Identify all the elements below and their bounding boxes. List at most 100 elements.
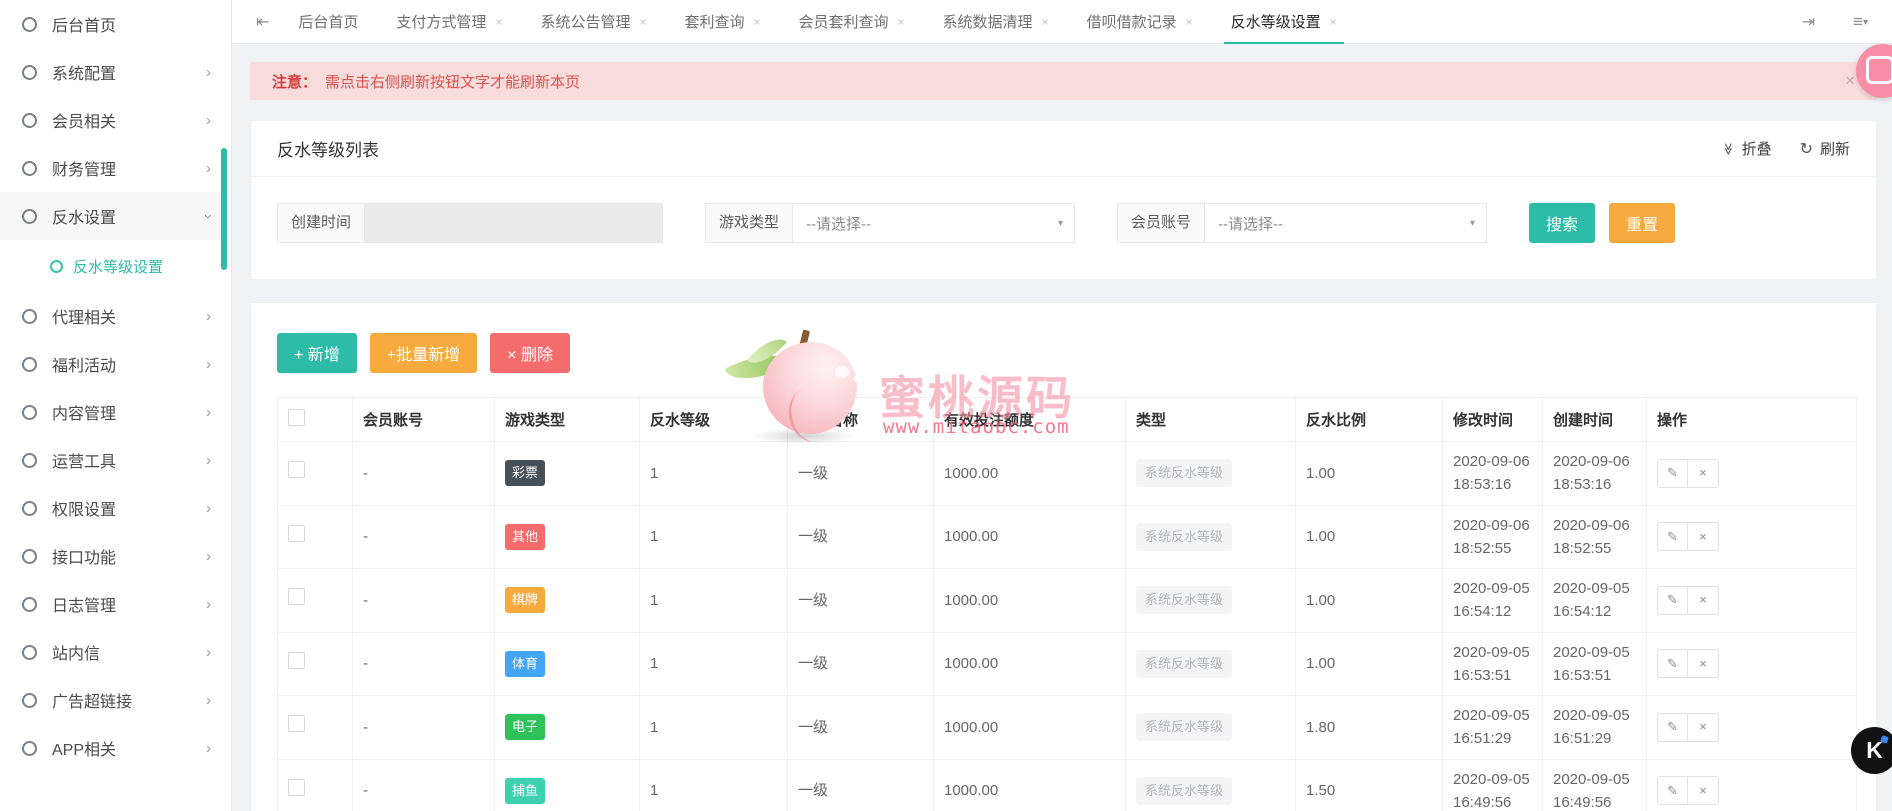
ring-icon: [50, 260, 63, 273]
cell-type: 系统反水等级: [1126, 696, 1296, 760]
notice-alert: 注意： 需点击右侧刷新按钮文字才能刷新本页 ×: [250, 62, 1877, 100]
cell-type: 系统反水等级: [1126, 632, 1296, 696]
cell-level: 1: [640, 696, 788, 760]
tab-system-announcements[interactable]: 系统公告管理×: [521, 0, 665, 44]
delete-row-button[interactable]: ×: [1688, 649, 1719, 678]
tab-close-icon[interactable]: ×: [639, 15, 646, 29]
delete-row-button[interactable]: ×: [1688, 776, 1719, 805]
batch-add-button[interactable]: +批量新增: [370, 333, 477, 373]
tab-close-icon[interactable]: ×: [1186, 15, 1193, 29]
sidebar-item-welfare-activities[interactable]: 福利活动›: [0, 340, 231, 388]
sidebar-item-home[interactable]: 后台首页: [0, 0, 231, 48]
alert-close-icon[interactable]: ×: [1845, 71, 1855, 91]
select-caret-icon: ▾: [1470, 218, 1475, 229]
edit-row-button[interactable]: ✎: [1657, 586, 1688, 615]
cell-ratio: 1.80: [1296, 696, 1443, 760]
sidebar-item-label: 内容管理: [52, 400, 206, 424]
delete-row-button[interactable]: ×: [1688, 586, 1719, 615]
tab-close-icon[interactable]: ×: [1042, 15, 1049, 29]
tab-label: 系统数据清理: [943, 11, 1033, 32]
chevron-right-icon: ›: [206, 160, 211, 177]
tab-label: 后台首页: [298, 11, 358, 32]
col-header: 类型: [1126, 398, 1296, 442]
select-all-checkbox[interactable]: [288, 409, 305, 426]
edit-row-button[interactable]: ✎: [1657, 713, 1688, 742]
search-button[interactable]: 搜索: [1529, 203, 1595, 243]
edit-row-button[interactable]: ✎: [1657, 649, 1688, 678]
sidebar-item-content-management[interactable]: 内容管理›: [0, 388, 231, 436]
edit-row-button[interactable]: ✎: [1657, 776, 1688, 805]
cell-game-type: 捕鱼: [495, 759, 640, 811]
tab-close-icon[interactable]: ×: [495, 15, 502, 29]
edit-row-button[interactable]: ✎: [1657, 459, 1688, 488]
cell-level-name: 一级: [788, 632, 934, 696]
cell-ratio: 1.00: [1296, 442, 1443, 506]
sidebar-item-interface-functions[interactable]: 接口功能›: [0, 532, 231, 580]
created-time-input[interactable]: [365, 203, 663, 243]
tab-member-arbitrage-query[interactable]: 会员套利查询×: [780, 0, 924, 44]
tab-home[interactable]: 后台首页: [279, 0, 377, 44]
tab-arbitrage-query[interactable]: 套利查询×: [665, 0, 779, 44]
sidebar-item-label: 会员相关: [52, 108, 206, 132]
rebate-table: 会员账号游戏类型反水等级等级名称有效投注额度类型反水比例修改时间创建时间操作 -…: [277, 397, 1857, 811]
sidebar-item-app-related[interactable]: APP相关›: [0, 724, 231, 772]
delete-row-button[interactable]: ×: [1688, 459, 1719, 488]
sidebar-item-ad-hyperlinks[interactable]: 广告超链接›: [0, 676, 231, 724]
ring-icon: [22, 65, 37, 80]
chevron-right-icon: ›: [206, 740, 211, 757]
game-type-badge: 捕鱼: [505, 778, 545, 804]
collapse-icon: ≫: [1721, 142, 1735, 155]
row-checkbox[interactable]: [288, 779, 305, 796]
sidebar-item-rebate-level-settings[interactable]: 反水等级设置: [0, 240, 231, 292]
delete-button[interactable]: × 删除: [490, 333, 570, 373]
sidebar-item-permission-settings[interactable]: 权限设置›: [0, 484, 231, 532]
cell-type: 系统反水等级: [1126, 759, 1296, 811]
sidebar-item-site-messages[interactable]: 站内信›: [0, 628, 231, 676]
refresh-label: 刷新: [1820, 138, 1850, 159]
add-button[interactable]: + 新增: [277, 333, 357, 373]
reset-button[interactable]: 重置: [1609, 203, 1675, 243]
sidebar-item-rebate-settings[interactable]: 反水设置›: [0, 192, 231, 240]
tabs-scroll-first-icon[interactable]: ⇤: [246, 12, 279, 32]
chevron-right-icon: ›: [206, 644, 211, 661]
edit-row-button[interactable]: ✎: [1657, 522, 1688, 551]
table-row: -捕鱼1一级1000.00系统反水等级1.502020-09-05 16:49:…: [278, 759, 1857, 811]
game-type-select[interactable]: --请选择--▾: [793, 203, 1075, 243]
alert-text: 需点击右侧刷新按钮文字才能刷新本页: [325, 71, 580, 92]
sidebar-item-member-related[interactable]: 会员相关›: [0, 96, 231, 144]
delete-row-button[interactable]: ×: [1688, 522, 1719, 551]
sidebar-item-log-management[interactable]: 日志管理›: [0, 580, 231, 628]
tabs-menu-icon[interactable]: ≡▾: [1843, 12, 1878, 32]
cell-operations: ✎×: [1647, 442, 1857, 506]
tab-close-icon[interactable]: ×: [754, 15, 761, 29]
cell-level: 1: [640, 759, 788, 811]
alert-prefix: 注意：: [272, 71, 317, 92]
row-checkbox[interactable]: [288, 588, 305, 605]
tabs-scroll-last-icon[interactable]: ⇥: [1792, 12, 1825, 32]
row-checkbox[interactable]: [288, 525, 305, 542]
sidebar-item-system-config[interactable]: 系统配置›: [0, 48, 231, 96]
sidebar-item-operation-tools[interactable]: 运营工具›: [0, 436, 231, 484]
row-checkbox[interactable]: [288, 652, 305, 669]
sidebar-scrollbar-thumb[interactable]: [221, 148, 227, 270]
tab-jiebei-loan-records[interactable]: 借呗借款记录×: [1068, 0, 1212, 44]
tab-system-data-cleanup[interactable]: 系统数据清理 ×: [924, 0, 1068, 44]
member-account-select[interactable]: --请选择--▾: [1205, 203, 1487, 243]
delete-row-button[interactable]: ×: [1688, 713, 1719, 742]
cell-ratio: 1.00: [1296, 505, 1443, 569]
sidebar-item-finance-management[interactable]: 财务管理›: [0, 144, 231, 192]
row-checkbox[interactable]: [288, 461, 305, 478]
filter-game-type: 游戏类型 --请选择--▾: [705, 203, 1075, 243]
sidebar-item-agent-related[interactable]: 代理相关›: [0, 292, 231, 340]
col-header: 创建时间: [1543, 398, 1647, 442]
tab-payment-methods[interactable]: 支付方式管理×: [377, 0, 521, 44]
tab-close-icon[interactable]: ×: [1330, 15, 1337, 29]
k-logo-button[interactable]: K: [1851, 727, 1892, 774]
collapse-button[interactable]: ≫折叠: [1722, 138, 1772, 159]
refresh-button[interactable]: ↻刷新: [1800, 138, 1850, 159]
tab-rebate-level-settings[interactable]: 反水等级设置×: [1212, 0, 1356, 44]
row-checkbox[interactable]: [288, 715, 305, 732]
sidebar-item-label: 日志管理: [52, 592, 206, 616]
tab-close-icon[interactable]: ×: [898, 15, 905, 29]
table-row: -其他1一级1000.00系统反水等级1.002020-09-06 18:52:…: [278, 505, 1857, 569]
